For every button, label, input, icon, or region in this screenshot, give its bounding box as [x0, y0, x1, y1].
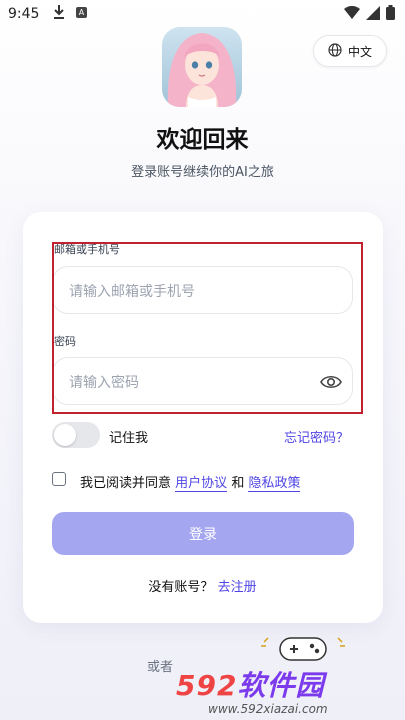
- wifi-icon: [344, 5, 360, 24]
- agree-prefix: 我已阅读并同意: [80, 476, 172, 491]
- watermark-number: 592: [176, 669, 238, 702]
- download-icon: [52, 4, 66, 24]
- terms-link[interactable]: 用户协议: [175, 476, 228, 492]
- watermark-url: www.592xiazai.com: [208, 702, 328, 716]
- page-subtitle: 登录账号继续你的AI之旅: [131, 165, 274, 180]
- page-title: 欢迎回来: [156, 127, 249, 153]
- toggle-knob: [54, 424, 76, 446]
- status-time: 9:45: [8, 6, 40, 22]
- agreement-text: 我已阅读并同意 用户协议 和 隐私政策: [80, 472, 301, 492]
- globe-icon: [328, 42, 342, 60]
- login-button[interactable]: 登录: [52, 512, 354, 555]
- language-button[interactable]: 中文: [313, 35, 387, 67]
- battery-icon: [386, 5, 395, 24]
- language-label: 中文: [347, 44, 372, 59]
- signal-icon: [366, 5, 380, 24]
- status-badge: A: [76, 7, 87, 18]
- remember-label: 记住我: [109, 431, 149, 446]
- highlight-box: [52, 242, 363, 414]
- watermark-name: 软件园: [237, 669, 325, 702]
- no-account-text: 没有账号？: [148, 580, 214, 595]
- forgot-password-link[interactable]: 忘记密码？: [284, 427, 349, 446]
- remember-toggle[interactable]: [52, 422, 100, 448]
- register-link[interactable]: 去注册: [218, 580, 257, 595]
- login-label: 登录: [189, 526, 217, 543]
- watermark: 592软件园 www.592xiazai.com: [152, 662, 405, 720]
- register-prompt: 没有账号？ 去注册: [0, 576, 405, 595]
- agree-checkbox[interactable]: [52, 472, 66, 486]
- watermark-brand: 592软件园: [176, 664, 324, 704]
- status-bar: 9:45 A: [0, 0, 405, 28]
- agree-and: 和: [231, 476, 245, 491]
- app-logo: [162, 27, 242, 107]
- privacy-link[interactable]: 隐私政策: [248, 476, 301, 492]
